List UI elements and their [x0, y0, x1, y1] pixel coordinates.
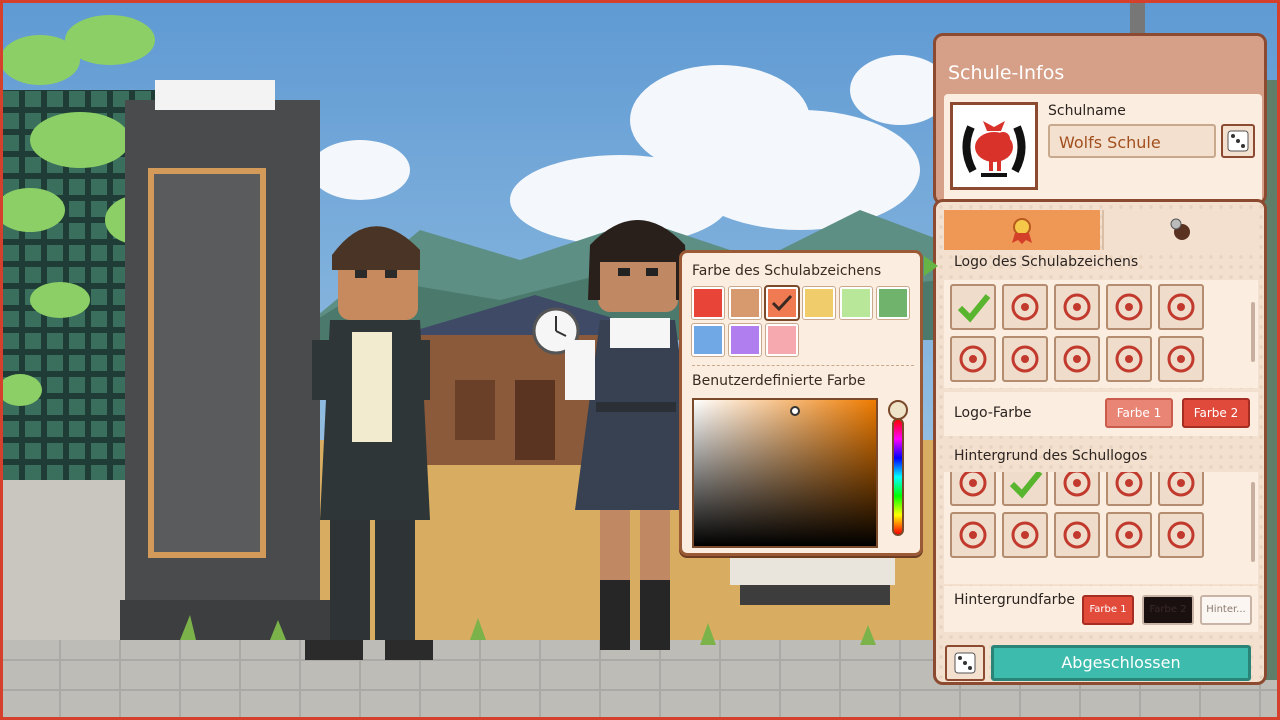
icon-option[interactable]: [1158, 336, 1204, 382]
icon-option[interactable]: [1158, 512, 1204, 558]
bird-icon: [1115, 293, 1143, 321]
logo-color-1-button[interactable]: Farbe 1: [1105, 398, 1173, 428]
color-swatch[interactable]: [765, 323, 799, 357]
logo-color-label: Logo-Farbe: [954, 405, 1032, 421]
color-swatch[interactable]: [876, 286, 910, 320]
icon-option[interactable]: [1054, 472, 1100, 506]
icon-option[interactable]: [1002, 284, 1048, 330]
laurel-wreath-icon: [1167, 521, 1195, 549]
notebook-header: Schule-Infos Schulname Wolfs Schule: [933, 33, 1267, 205]
panel-pointer-icon: [924, 256, 938, 276]
icon-option[interactable]: [950, 472, 996, 506]
badge-color-title: Farbe des Schulabzeichens: [692, 263, 882, 279]
scroll-icon: [1167, 345, 1195, 373]
icon-option[interactable]: [1002, 512, 1048, 558]
square-frame-icon: [1115, 521, 1143, 549]
badge-ribbon-icon: [1012, 218, 1032, 244]
icon-option[interactable]: [1106, 336, 1152, 382]
selected-check-icon: [957, 294, 991, 323]
flower-icon: [1063, 293, 1091, 321]
logo-grid-scrollbar[interactable]: [1251, 302, 1255, 362]
icon-option[interactable]: [1054, 512, 1100, 558]
color-swatch[interactable]: [728, 323, 762, 357]
saturation-value-picker[interactable]: [692, 398, 878, 548]
notebook-body: Logo des Schulabzeichens Logo-Farbe Farb…: [933, 199, 1267, 685]
done-button[interactable]: Abgeschlossen: [991, 645, 1251, 681]
divider: [692, 365, 914, 366]
wreath-icon: [1115, 472, 1143, 497]
icon-option[interactable]: [1158, 472, 1204, 506]
background-section-title: Hintergrund des Schullogos: [954, 448, 1148, 464]
color-swatch[interactable]: [691, 323, 725, 357]
background-grid-scrollbar[interactable]: [1251, 482, 1255, 562]
cat-face-icon: [959, 345, 987, 373]
icon-option[interactable]: [1002, 472, 1048, 506]
school-crest-icon: [962, 121, 1026, 177]
school-info-notebook: Schule-Infos Schulname Wolfs Schule Logo…: [933, 33, 1267, 685]
color-swatch[interactable]: [802, 286, 836, 320]
color-swatch[interactable]: [728, 286, 762, 320]
chicken-icon: [1167, 293, 1195, 321]
icon-option[interactable]: [1106, 512, 1152, 558]
icon-option[interactable]: [1054, 284, 1100, 330]
icon-option[interactable]: [1002, 336, 1048, 382]
dice-icon: [1227, 130, 1249, 152]
background-image-button[interactable]: Hinter...: [1200, 595, 1252, 625]
school-logo-preview[interactable]: [950, 102, 1038, 190]
hue-slider[interactable]: [892, 418, 904, 536]
icon-option[interactable]: [950, 284, 996, 330]
shield-icon: [959, 472, 987, 497]
school-info-card: Schulname Wolfs Schule: [944, 94, 1262, 202]
school-name-label: Schulname: [1048, 103, 1126, 119]
page-title: Schule-Infos: [948, 62, 1065, 84]
lotus-icon: [1011, 293, 1039, 321]
temple-icon: [1011, 345, 1039, 373]
icon-option[interactable]: [1054, 336, 1100, 382]
color-swatch[interactable]: [839, 286, 873, 320]
randomize-all-button[interactable]: [945, 645, 985, 681]
background-color-2-button[interactable]: Farbe 2: [1142, 595, 1194, 625]
school-name-input[interactable]: Wolfs Schule: [1048, 124, 1216, 158]
color-picker-knob[interactable]: [790, 406, 800, 416]
background-grid: [944, 472, 1258, 584]
star-frame-icon: [959, 521, 987, 549]
color-swatch[interactable]: [764, 285, 800, 321]
logo-color-row: Logo-Farbe Farbe 1 Farbe 2: [944, 392, 1258, 436]
ornate-ring-icon: [1167, 472, 1195, 497]
icon-option[interactable]: [950, 512, 996, 558]
background-color-row: Hintergrundfarbe Farbe 1 Farbe 2 Hinter.…: [944, 586, 1258, 632]
background-color-1-button[interactable]: Farbe 1: [1082, 595, 1134, 625]
double-circle-icon: [1011, 521, 1039, 549]
tab-badge[interactable]: [944, 210, 1100, 250]
pattern-icon: [1063, 345, 1091, 373]
color-swatch[interactable]: [691, 286, 725, 320]
icon-option[interactable]: [950, 336, 996, 382]
icon-option[interactable]: [1106, 284, 1152, 330]
bench: [730, 555, 895, 585]
logo-section-title: Logo des Schulabzeichens: [954, 254, 1139, 270]
hue-slider-knob[interactable]: [888, 400, 908, 420]
badge-color-panel: Farbe des Schulabzeichens Benutzerdefini…: [679, 250, 923, 556]
icon-option[interactable]: [1106, 472, 1152, 506]
laurel-check-icon: [1009, 472, 1043, 499]
icon-option[interactable]: [1158, 284, 1204, 330]
background-color-label: Hintergrundfarbe: [954, 592, 1075, 608]
tab-character[interactable]: [1102, 210, 1258, 250]
horseshoe-icon: [1063, 472, 1091, 497]
palette-icon: [1115, 345, 1143, 373]
character-icon: [1170, 218, 1190, 240]
randomize-name-button[interactable]: [1221, 124, 1255, 158]
dice-icon: [954, 652, 976, 674]
check-icon: [771, 294, 793, 312]
triangle-frame-icon: [1063, 521, 1091, 549]
logo-grid: [944, 280, 1258, 388]
logo-color-2-button[interactable]: Farbe 2: [1182, 398, 1250, 428]
custom-color-title: Benutzerdefinierte Farbe: [692, 373, 866, 389]
